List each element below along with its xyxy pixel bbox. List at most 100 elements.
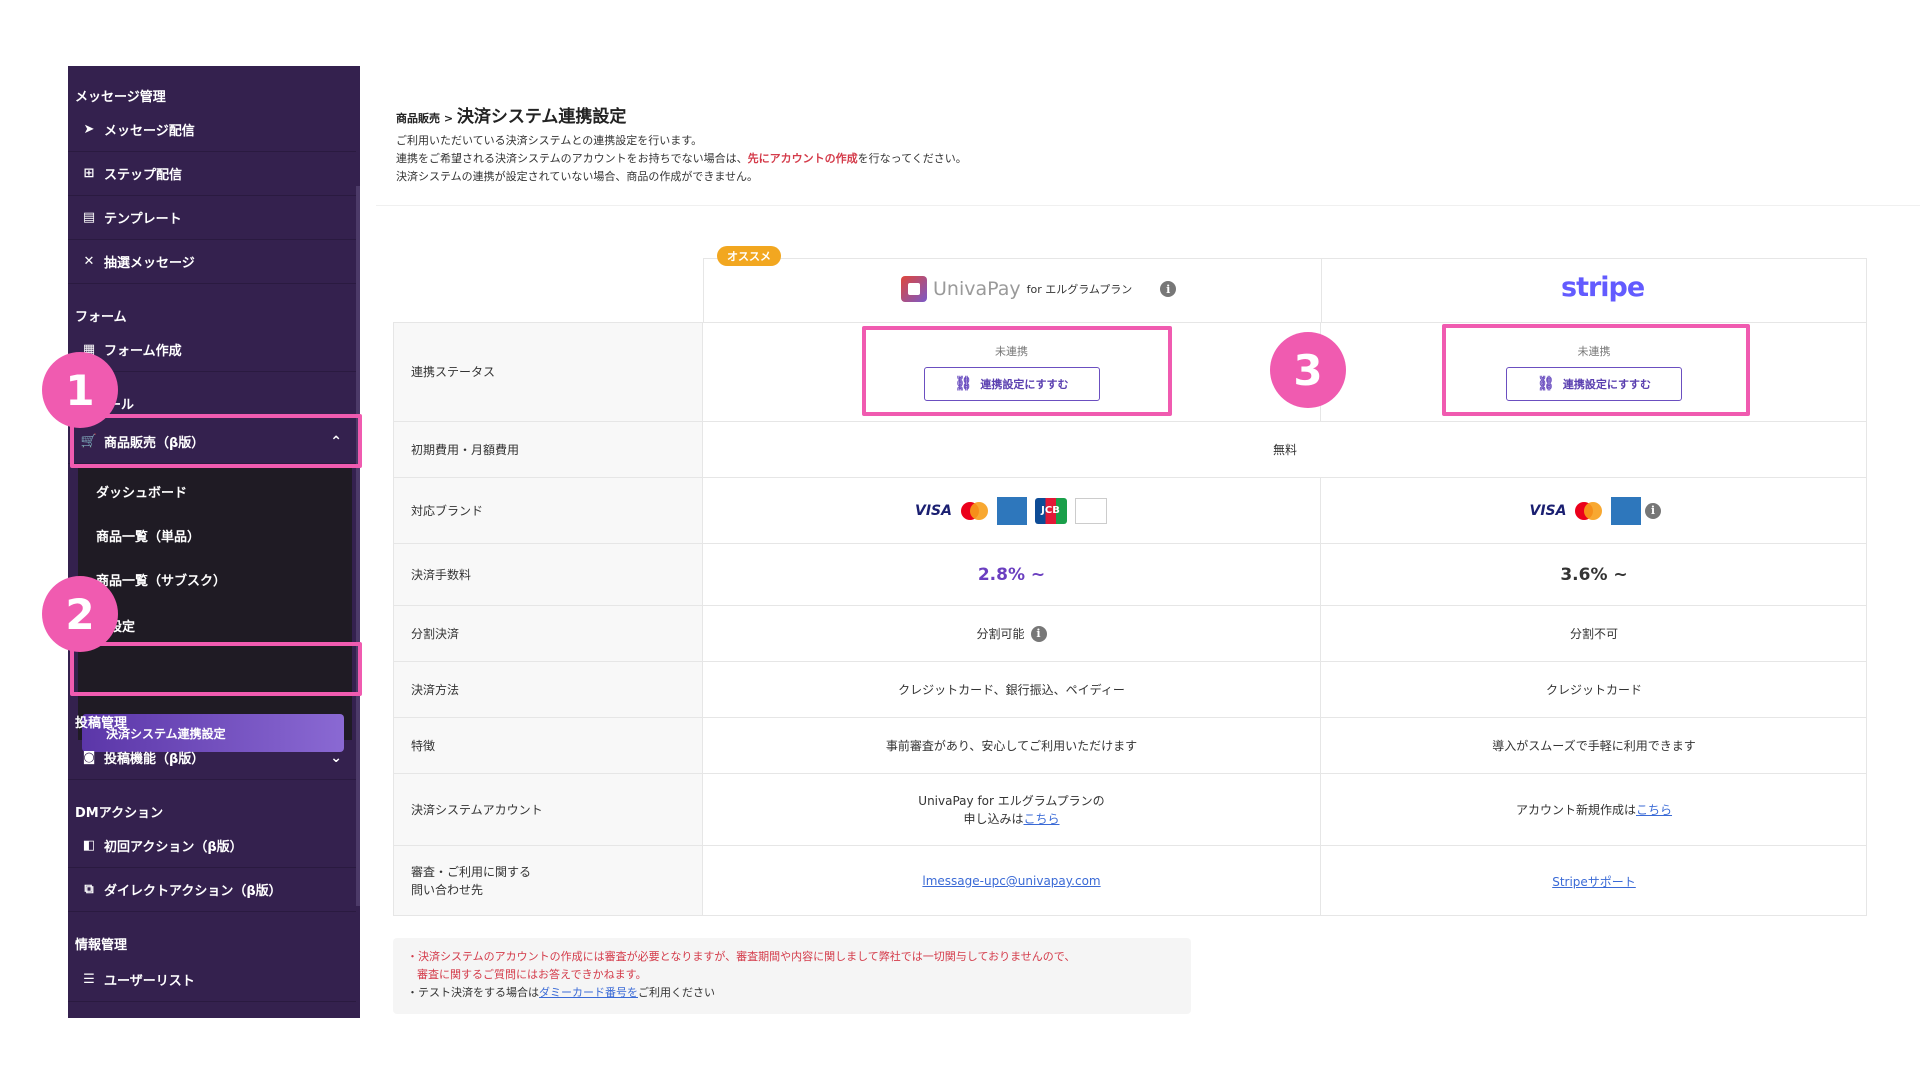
section-title-form: フォーム — [75, 310, 127, 325]
label-contact: 審査・ご利用に関する 問い合わせ先 — [393, 846, 703, 916]
stripe-brands: VISA i — [1321, 478, 1867, 544]
table-header — [703, 258, 1867, 322]
screen: メッセージ管理 ➤ メッセージ配信 ⊞ ステップ配信 ▤ テンプレート ✕ 抽選メッセー… — [0, 0, 1920, 1080]
univapay-feature: 事前審査があり、安心してご利用いただけます — [703, 718, 1321, 774]
account-text: 申し込みは — [963, 811, 1024, 826]
sidebar-item-form-create[interactable]: ▦ フォーム作成 — [68, 328, 356, 372]
desc-emphasis: 先にアカウントの作成 — [747, 152, 858, 165]
stripe-signup-link[interactable]: こちら — [1636, 801, 1672, 818]
submenu-product-sub[interactable]: 商品一覧（サブスク） — [96, 570, 226, 589]
note-line-3: ・テスト決済をする場合はダミーカード番号をご利用ください — [407, 984, 1177, 1002]
account-text: アカウント新規作成は — [1515, 803, 1636, 817]
label-contact-line2: 問い合わせ先 — [411, 883, 484, 897]
highlight-product-sales — [70, 414, 362, 468]
step-marker-3: 3 — [1270, 332, 1346, 408]
label-contact-line1: 審査・ご利用に関する — [411, 865, 532, 879]
sidebar-item-message-send[interactable]: ➤ メッセージ配信 — [68, 108, 356, 152]
univapay-installment: 分割可能 — [976, 627, 1025, 641]
submenu-dashboard[interactable]: ダッシュボード — [96, 482, 187, 501]
stripe-installment: 分割不可 — [1321, 606, 1867, 662]
stripe-support-link[interactable]: Stripeサポート — [1552, 873, 1636, 890]
univapay-method: クレジットカード、銀行振込、ペイディー — [703, 662, 1321, 718]
sidebar-item-user-list[interactable]: ☰ ユーザーリスト — [68, 958, 356, 1002]
label-feature: 特徴 — [393, 718, 703, 774]
note-text: ・テスト決済をする場合は — [407, 986, 539, 999]
note-text: ご利用ください — [638, 986, 715, 999]
univapay-account-cell: UnivaPay for エルグラムプランの 申し込みはこちら — [703, 774, 1321, 846]
submenu-product-single[interactable]: 商品一覧（単品） — [96, 526, 200, 545]
sidebar-item-label: ユーザーリスト — [104, 974, 195, 989]
highlight-stripe-status — [1442, 324, 1750, 416]
step-marker-2: 2 — [42, 576, 118, 652]
info-icon[interactable]: i — [1030, 625, 1047, 642]
sidebar-item-label: ダイレクトアクション（β版） — [104, 884, 282, 899]
info-icon[interactable]: i — [1160, 281, 1177, 297]
step-icon: ⊞ — [83, 166, 95, 181]
amex-icon — [996, 496, 1027, 525]
sidebar-item-direct-action[interactable]: ⧉ ダイレクトアクション（β版） — [68, 868, 356, 912]
page-description-1: ご利用いただいている決済システムとの連携設定を行います。 — [396, 134, 703, 147]
user-list-icon: ☰ — [83, 972, 95, 987]
univapay-installment-cell: 分割可能 i — [703, 606, 1321, 662]
diners-icon — [1074, 497, 1107, 524]
shuffle-icon: ✕ — [83, 254, 95, 269]
univapay-contact-cell: lmessage-upc@univapay.com — [703, 846, 1321, 916]
action-icon: ◧ — [82, 838, 96, 853]
note-line-1: ・決済システムのアカウントの作成には審査が必要となりますが、審査期間や内容に関し… — [407, 950, 1076, 963]
univapay-account-line2: 申し込みはこちら — [963, 810, 1059, 828]
label-brands: 対応ブランド — [393, 478, 703, 544]
stripe-account-cell: アカウント新規作成は こちら — [1321, 774, 1867, 846]
notes-box: ・決済システムのアカウントの作成には審査が必要となりますが、審査期間や内容に関し… — [393, 938, 1191, 1014]
univapay-name: UnivaPay — [933, 278, 1021, 300]
univapay-account-line1: UnivaPay for エルグラムプランの — [918, 793, 1105, 808]
sidebar-item-first-action[interactable]: ◧ 初回アクション（β版） — [68, 824, 356, 868]
step-marker-1: 1 — [42, 352, 118, 428]
univapay-logo: UnivaPay for エルグラムプラン i — [901, 276, 1177, 302]
page-description-2: 連携をご希望される決済システムのアカウントをお持ちでない場合は、先にアカウントの… — [396, 150, 967, 166]
highlight-univapay-status — [862, 326, 1172, 416]
sidebar-item-label: ステップ配信 — [104, 168, 183, 183]
sidebar-item-post-feature[interactable]: ◙ 投稿機能（β版） ⌄ — [68, 736, 356, 780]
post-icon: ◙ — [82, 750, 96, 765]
sidebar-item-label: 初回アクション（β版） — [104, 840, 243, 855]
chevron-down-icon: ⌄ — [330, 749, 342, 766]
sidebar-item-label: テンプレート — [104, 212, 182, 227]
label-account: 決済システムアカウント — [393, 774, 703, 846]
page-title: 決済システム連携設定 — [456, 107, 627, 127]
stripe-feature: 導入がスムーズで手軽に利用できます — [1321, 718, 1867, 774]
sidebar-item-label: 抽選メッセージ — [104, 256, 195, 271]
sidebar-scrollbar[interactable] — [356, 186, 360, 906]
breadcrumb-parent[interactable]: 商品販売 — [396, 112, 440, 125]
sidebar-item-label: 投稿機能（β版） — [104, 752, 205, 767]
univapay-apply-link[interactable]: こちら — [1024, 812, 1060, 826]
recommend-badge: オススメ — [717, 246, 781, 266]
direct-icon: ⧉ — [84, 882, 94, 897]
univapay-plan: for エルグラムプラン — [1026, 283, 1133, 296]
label-rate: 決済手数料 — [393, 544, 703, 606]
sidebar-item-label: メッセージ配信 — [104, 124, 195, 139]
section-title-message: メッセージ管理 — [75, 90, 166, 105]
stripe-rate-cell: 3.6% ~ — [1321, 544, 1867, 606]
sidebar-item-lottery[interactable]: ✕ 抽選メッセージ — [68, 240, 356, 284]
univapay-rate: 2.8% ~ — [977, 564, 1046, 585]
sidebar-item-label: フォーム作成 — [104, 344, 182, 359]
label-method: 決済方法 — [393, 662, 703, 718]
highlight-payment-link — [70, 642, 362, 696]
sidebar: メッセージ管理 ➤ メッセージ配信 ⊞ ステップ配信 ▤ テンプレート ✕ 抽選メッセー… — [68, 66, 360, 1018]
note-line-2: 審査に関するご質問にはお答えできかねます。 — [417, 968, 647, 981]
fee-value: 無料 — [703, 422, 1867, 478]
mastercard-icon — [1573, 501, 1603, 521]
stripe-logo: stripe — [1561, 272, 1645, 303]
label-installment: 分割決済 — [393, 606, 703, 662]
page-header: 商品販売 > 決済システム連携設定 ご利用いただいている決済システムとの連携設定… — [376, 66, 1920, 206]
page-description-3: 決済システムの連携が設定されていない場合、商品の作成ができません。 — [396, 170, 759, 183]
label-status: 連携ステータス — [393, 322, 703, 422]
sidebar-item-step-send[interactable]: ⊞ ステップ配信 — [68, 152, 356, 196]
desc-text: を行なってください。 — [857, 152, 967, 165]
dummy-card-link[interactable]: ダミーカード番号を — [539, 986, 638, 999]
sidebar-item-template[interactable]: ▤ テンプレート — [68, 196, 356, 240]
info-icon[interactable]: i — [1645, 502, 1661, 519]
stripe-method: クレジットカード — [1321, 662, 1867, 718]
univapay-contact-link[interactable]: lmessage-upc@univapay.com — [922, 874, 1100, 888]
breadcrumb-separator: > — [440, 112, 457, 125]
